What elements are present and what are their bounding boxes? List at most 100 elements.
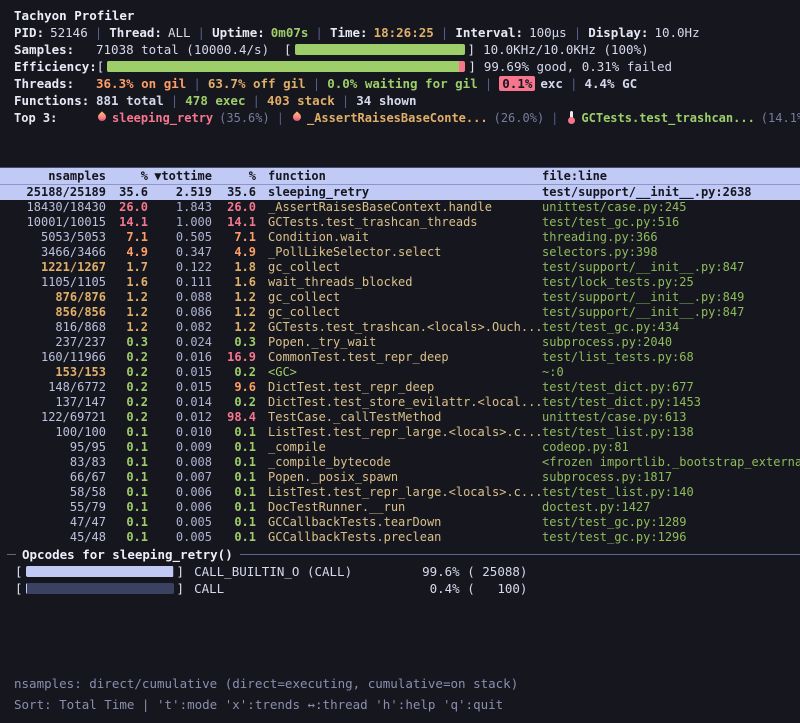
display-label: Display: <box>588 25 648 40</box>
nsamples-cell: 148/6772 <box>0 380 106 395</box>
direct-pct-cell: 35.6 <box>106 185 148 200</box>
cumulative-pct-cell: 98.4 <box>212 410 256 425</box>
tottime-cell: 0.015 <box>148 365 212 380</box>
top-function-3-name: GCTests.test_trashcan... <box>581 111 754 125</box>
table-row[interactable]: 122/69721 0.2 0.012 98.4 TestCase._callT… <box>0 410 800 425</box>
function-cell: Condition.wait <box>256 230 540 245</box>
col-header-file-line[interactable]: file:line <box>540 168 800 185</box>
tottime-cell: 0.015 <box>148 380 212 395</box>
function-cell: gc_collect <box>256 305 540 320</box>
cumulative-pct-cell: 1.6 <box>212 275 256 290</box>
col-header-function[interactable]: function <box>256 168 540 185</box>
file-line-cell: test/test_list.py:140 <box>540 485 800 500</box>
threads-exc-label: exc <box>540 76 563 91</box>
table-row[interactable]: 45/48 0.1 0.005 0.1 GCCallbackTests.prec… <box>0 530 800 545</box>
top3-label: Top 3: <box>14 111 96 125</box>
direct-pct-cell: 0.2 <box>106 395 148 410</box>
col-header-tottime-sorted[interactable]: ▼tottime <box>148 168 212 185</box>
efficiency-bar <box>107 61 465 72</box>
direct-pct-cell: 0.1 <box>106 515 148 530</box>
tottime-cell: 0.005 <box>148 530 212 545</box>
table-row[interactable]: 47/47 0.1 0.005 0.1 GCCallbackTests.tear… <box>0 515 800 530</box>
file-line-cell: test/support/__init__.py:847 <box>540 305 800 320</box>
table-row[interactable]: 153/153 0.2 0.015 0.2 <GC> ~:0 <box>0 365 800 380</box>
table-row[interactable]: 1105/1105 1.6 0.111 1.6 wait_threads_blo… <box>0 275 800 290</box>
cumulative-pct-cell: 0.1 <box>212 440 256 455</box>
bar-fill <box>26 566 173 577</box>
file-line-cell: test/lock_tests.py:25 <box>540 275 800 290</box>
table-row[interactable]: 18430/18430 26.0 1.843 26.0 _AssertRaise… <box>0 200 800 215</box>
function-cell: GCCallbackTests.tearDown <box>256 515 540 530</box>
file-line-cell: test/test_dict.py:1453 <box>540 395 800 410</box>
table-row[interactable]: 58/58 0.1 0.006 0.1 ListTest.test_repr_l… <box>0 485 800 500</box>
nsamples-cell: 856/856 <box>0 305 106 320</box>
time-value: 18:26:25 <box>374 25 434 40</box>
table-row[interactable]: 55/79 0.1 0.006 0.1 DocTestRunner.__run … <box>0 500 800 515</box>
table-row[interactable]: 66/67 0.1 0.007 0.1 Popen._posix_spawn s… <box>0 470 800 485</box>
cumulative-pct-cell: 4.9 <box>212 245 256 260</box>
separator: | <box>171 93 179 108</box>
table-header-row: nsamples % ▼tottime % function file:line <box>0 168 800 185</box>
direct-pct-cell: 0.1 <box>106 455 148 470</box>
nsamples-cell: 122/69721 <box>0 410 106 425</box>
direct-pct-cell: 0.1 <box>106 500 148 515</box>
tottime-cell: 0.014 <box>148 395 212 410</box>
table-row[interactable]: 3466/3466 4.9 0.347 4.9 _PollLikeSelecto… <box>0 245 800 260</box>
table-row[interactable]: 83/83 0.1 0.008 0.1 _compile_bytecode <f… <box>0 455 800 470</box>
functions-label: Functions: <box>14 93 96 108</box>
cumulative-pct-cell: 7.1 <box>212 230 256 245</box>
table-row[interactable]: 237/237 0.3 0.024 0.3 Popen._try_wait su… <box>0 335 800 350</box>
uptime-value: 0m07s <box>271 25 309 40</box>
table-row[interactable]: 876/876 1.2 0.088 1.2 gc_collect test/su… <box>0 290 800 305</box>
file-line-cell: test/test_gc.py:1289 <box>540 515 800 530</box>
table-body: 25188/25189 35.6 2.519 35.6 sleeping_ret… <box>0 185 800 545</box>
file-line-cell: selectors.py:398 <box>540 245 800 260</box>
file-line-cell: test/list_tests.py:68 <box>540 350 800 365</box>
table-row[interactable]: 137/147 0.2 0.014 0.2 DictTest.test_stor… <box>0 395 800 410</box>
cumulative-pct-cell: 1.2 <box>212 290 256 305</box>
cumulative-pct-cell: 14.1 <box>212 215 256 230</box>
threads-gc: 4.4% GC <box>584 76 637 91</box>
table-row[interactable]: 148/6772 0.2 0.015 9.6 DictTest.test_rep… <box>0 380 800 395</box>
top-function-2-name: _AssertRaisesBaseConte... <box>307 111 488 125</box>
function-cell: DocTestRunner.__run <box>256 500 540 515</box>
function-cell: _compile_bytecode <box>256 455 540 470</box>
col-header-nsamples[interactable]: nsamples <box>0 168 106 185</box>
direct-pct-cell: 0.1 <box>106 440 148 455</box>
tottime-cell: 0.010 <box>148 425 212 440</box>
tottime-cell: 0.008 <box>148 455 212 470</box>
uptime-field: Uptime:0m07s <box>212 25 308 40</box>
table-row[interactable]: 25188/25189 35.6 2.519 35.6 sleeping_ret… <box>0 185 800 200</box>
separator: | <box>277 111 284 125</box>
nsamples-cell: 876/876 <box>0 290 106 305</box>
table-row[interactable]: 856/856 1.2 0.086 1.2 gc_collect test/su… <box>0 305 800 320</box>
nsamples-cell: 83/83 <box>0 455 106 470</box>
direct-pct-cell: 0.3 <box>106 335 148 350</box>
table-row[interactable]: 100/100 0.1 0.010 0.1 ListTest.test_repr… <box>0 425 800 440</box>
table-row[interactable]: 95/95 0.1 0.009 0.1 _compile codeop.py:8… <box>0 440 800 455</box>
function-cell: gc_collect <box>256 290 540 305</box>
col-header-direct-pct[interactable]: % <box>106 168 148 185</box>
function-cell: GCCallbackTests.preclean <box>256 530 540 545</box>
file-line-cell: subprocess.py:2040 <box>540 335 800 350</box>
table-row[interactable]: 5053/5053 7.1 0.505 7.1 Condition.wait t… <box>0 230 800 245</box>
tottime-cell: 2.519 <box>148 185 212 200</box>
col-header-cumulative-pct[interactable]: % <box>212 168 256 185</box>
nsamples-cell: 137/147 <box>0 395 106 410</box>
tottime-cell: 0.088 <box>148 290 212 305</box>
tottime-cell: 0.007 <box>148 470 212 485</box>
nsamples-cell: 1221/1267 <box>0 260 106 275</box>
thread-field[interactable]: Thread:ALL <box>109 25 190 40</box>
separator: | <box>193 76 201 91</box>
divider-line <box>7 554 16 555</box>
table-row[interactable]: 160/11966 0.2 0.016 16.9 CommonTest.test… <box>0 350 800 365</box>
display-field: Display:10.0Hz <box>588 25 699 40</box>
nsamples-cell: 100/100 <box>0 425 106 440</box>
table-row[interactable]: 10001/10015 14.1 1.000 14.1 GCTests.test… <box>0 215 800 230</box>
top-function-3: GCTests.test_trashcan... (14.1%) <box>565 111 800 125</box>
table-row[interactable]: 1221/1267 1.7 0.122 1.8 gc_collect test/… <box>0 260 800 275</box>
bar-open-bracket: [ <box>97 59 105 74</box>
table-row[interactable]: 816/868 1.2 0.082 1.2 GCTests.test_trash… <box>0 320 800 335</box>
opcodes-title: Opcodes for sleeping_retry() <box>22 547 233 562</box>
bar-fill <box>26 583 27 594</box>
